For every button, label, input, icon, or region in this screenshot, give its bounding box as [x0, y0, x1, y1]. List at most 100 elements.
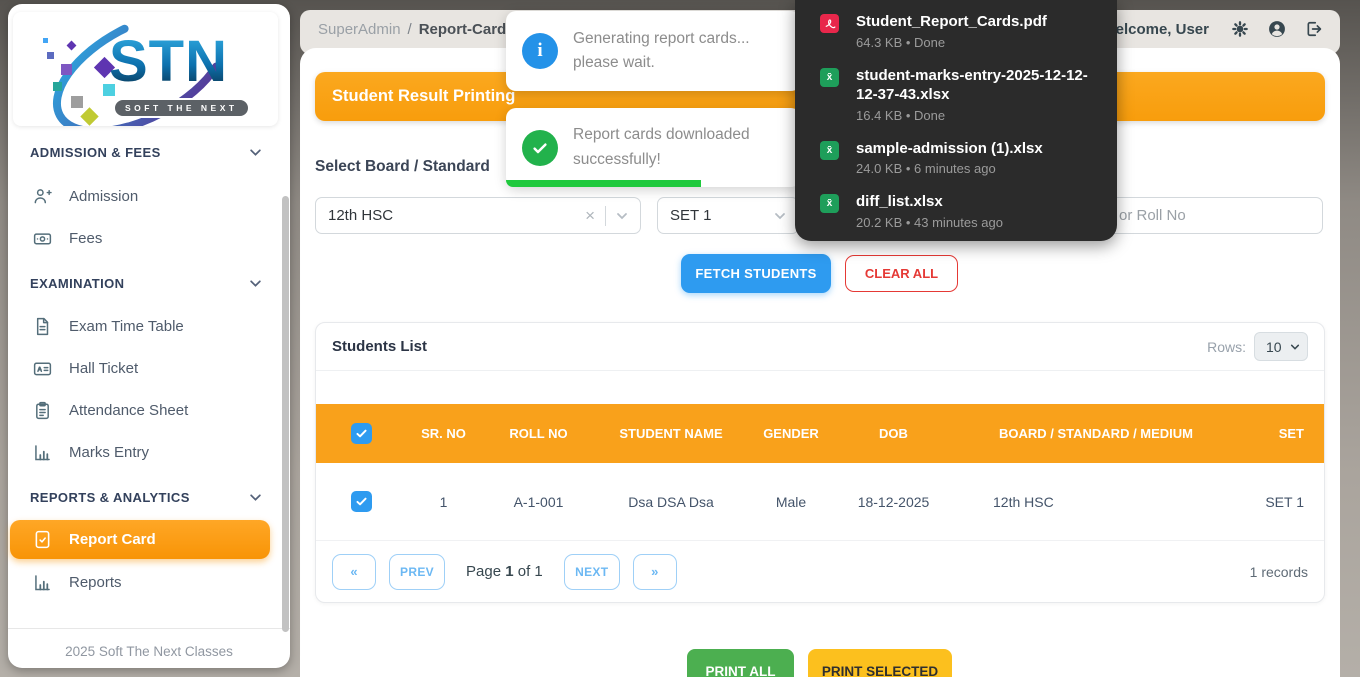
sidebar-item-label: Hall Ticket: [69, 360, 138, 377]
sidebar-item-hall-ticket[interactable]: Hall Ticket: [22, 353, 270, 383]
cell-gender: Male: [746, 494, 836, 510]
rows-per-page-value: 10: [1266, 339, 1282, 355]
pdf-file-icon: [820, 14, 839, 33]
sidebar-item-attendance-sheet[interactable]: Attendance Sheet: [22, 395, 270, 425]
download-file-meta: 24.0 KB • 6 minutes ago: [856, 161, 1043, 176]
cell-student-name: Dsa DSA Dsa: [596, 494, 746, 510]
cell-sr-no: 1: [406, 494, 481, 510]
students-list-title: Students List: [332, 338, 427, 355]
sidebar-item-fees[interactable]: Fees: [22, 223, 270, 253]
sidebar-item-exam-time-table[interactable]: Exam Time Table: [22, 311, 270, 341]
excel-file-icon: x̄: [820, 141, 839, 160]
download-file-meta: 64.3 KB • Done: [856, 35, 1047, 50]
board-standard-select[interactable]: 12th HSC ×: [315, 197, 641, 234]
prev-page-button[interactable]: PREV: [389, 554, 445, 590]
bar-chart-icon: [32, 572, 53, 593]
id-card-icon: [32, 358, 53, 379]
logo-tagline: SOFT THE NEXT: [113, 98, 250, 118]
page-title: Student Result Printing: [332, 87, 515, 106]
sidebar-footer-divider: [8, 628, 290, 629]
page-current: 1: [505, 563, 513, 580]
sidebar-section-reports-analytics[interactable]: REPORTS & ANALYTICS: [30, 490, 262, 505]
students-list-header: Students List Rows: 10: [316, 323, 1324, 371]
students-list-card: Students List Rows: 10 SR. NO ROLL NO ST…: [315, 322, 1325, 603]
download-file-meta: 20.2 KB • 43 minutes ago: [856, 215, 1003, 230]
cash-icon: [32, 228, 53, 249]
logo-brand-text: STN: [109, 28, 228, 95]
toast-downloaded: Report cards downloaded successfully!: [506, 108, 801, 187]
set-value: SET 1: [670, 207, 711, 224]
downloads-popup: Student_Report_Cards.pdf 64.3 KB • Done …: [795, 0, 1117, 241]
cell-board: 12th HSC: [951, 494, 1241, 510]
table-row: 1 A-1-001 Dsa DSA Dsa Male 18-12-2025 12…: [316, 463, 1324, 541]
next-page-button[interactable]: NEXT: [564, 554, 620, 590]
download-file-name: student-marks-entry-2025-12-12-12-37-43.…: [856, 67, 1088, 104]
chevron-down-icon: [249, 277, 262, 290]
info-icon: i: [522, 33, 558, 69]
sidebar-scrollbar[interactable]: [282, 196, 289, 632]
settings-gear-icon[interactable]: [1230, 19, 1250, 39]
col-header-student-name: STUDENT NAME: [596, 426, 746, 441]
sidebar-item-label: Exam Time Table: [69, 318, 184, 335]
set-select[interactable]: SET 1: [657, 197, 799, 234]
sidebar-section-examination[interactable]: EXAMINATION: [30, 276, 262, 291]
download-item[interactable]: x̄ sample-admission (1).xlsx 24.0 KB • 6…: [820, 139, 1101, 177]
clear-all-button[interactable]: CLEAR ALL: [845, 255, 958, 292]
sidebar-item-marks-entry[interactable]: Marks Entry: [22, 437, 270, 467]
col-header-sr-no: SR. NO: [406, 426, 481, 441]
person-add-icon: [32, 186, 53, 207]
select-all-checkbox[interactable]: [351, 423, 372, 444]
breadcrumb-separator: /: [408, 21, 412, 38]
col-header-gender: GENDER: [746, 426, 836, 441]
chevron-down-icon: [249, 491, 262, 504]
pagination: « PREV Page 1 of 1 NEXT » 1 records: [316, 541, 1324, 602]
print-selected-button[interactable]: PRINT SELECTED: [808, 649, 952, 677]
logo-mosaic-square: [61, 64, 72, 75]
sidebar-item-reports[interactable]: Reports: [22, 567, 270, 597]
roll-no-input[interactable]: [1106, 197, 1323, 234]
cell-dob: 18-12-2025: [836, 494, 951, 510]
records-count: 1 records: [1250, 564, 1308, 580]
logout-icon[interactable]: [1304, 19, 1324, 39]
sidebar-item-admission[interactable]: Admission: [22, 181, 270, 211]
col-header-board: BOARD / STANDARD / MEDIUM: [951, 426, 1241, 441]
chevron-down-icon[interactable]: [774, 210, 786, 222]
chevron-down-icon: [249, 146, 262, 159]
app-logo[interactable]: STN SOFT THE NEXT: [13, 12, 278, 126]
toast-message: Report cards downloaded successfully!: [573, 123, 787, 171]
sidebar-section-admission-fees[interactable]: ADMISSION & FEES: [30, 145, 262, 160]
last-page-button[interactable]: »: [633, 554, 677, 590]
clear-selection-icon[interactable]: ×: [575, 206, 605, 226]
download-item[interactable]: Student_Report_Cards.pdf 64.3 KB • Done: [820, 12, 1101, 50]
excel-file-icon: x̄: [820, 68, 839, 87]
download-item[interactable]: x̄ student-marks-entry-2025-12-12-12-37-…: [820, 66, 1101, 123]
rows-per-page-group: Rows: 10: [1207, 332, 1308, 361]
sidebar-item-report-card[interactable]: Report Card: [10, 520, 270, 559]
download-file-meta: 16.4 KB • Done: [856, 108, 1101, 123]
fetch-students-button[interactable]: FETCH STUDENTS: [681, 254, 831, 293]
sidebar: STN SOFT THE NEXT ADMISSION & FEES Admis…: [8, 4, 290, 668]
rows-label: Rows:: [1207, 339, 1246, 355]
print-all-button[interactable]: PRINT ALL: [687, 649, 794, 677]
logo-mosaic-square: [71, 96, 83, 108]
sidebar-item-label: Marks Entry: [69, 444, 149, 461]
rows-per-page-select[interactable]: 10: [1254, 332, 1308, 361]
toast-message: Generating report cards... please wait.: [573, 27, 787, 75]
download-file-name: diff_list.xlsx: [856, 193, 943, 210]
account-icon[interactable]: [1267, 19, 1287, 39]
col-header-set: SET: [1241, 426, 1324, 441]
breadcrumb: SuperAdmin / Report-Card: [318, 21, 506, 38]
chevron-down-icon: [1290, 342, 1300, 352]
toast-generating: i Generating report cards... please wait…: [506, 11, 801, 91]
sidebar-footer-text: 2025 Soft The Next Classes: [8, 644, 290, 659]
board-standard-label: Select Board / Standard: [315, 158, 490, 176]
row-checkbox[interactable]: [351, 491, 372, 512]
breadcrumb-section[interactable]: SuperAdmin: [318, 21, 401, 38]
report-card-icon: [32, 529, 53, 550]
download-item[interactable]: x̄ diff_list.xlsx 20.2 KB • 43 minutes a…: [820, 192, 1101, 230]
cell-set: SET 1: [1241, 494, 1324, 510]
first-page-button[interactable]: «: [332, 554, 376, 590]
chevron-down-icon[interactable]: [616, 210, 628, 222]
excel-file-icon: x̄: [820, 194, 839, 213]
download-file-name: Student_Report_Cards.pdf: [856, 13, 1047, 30]
